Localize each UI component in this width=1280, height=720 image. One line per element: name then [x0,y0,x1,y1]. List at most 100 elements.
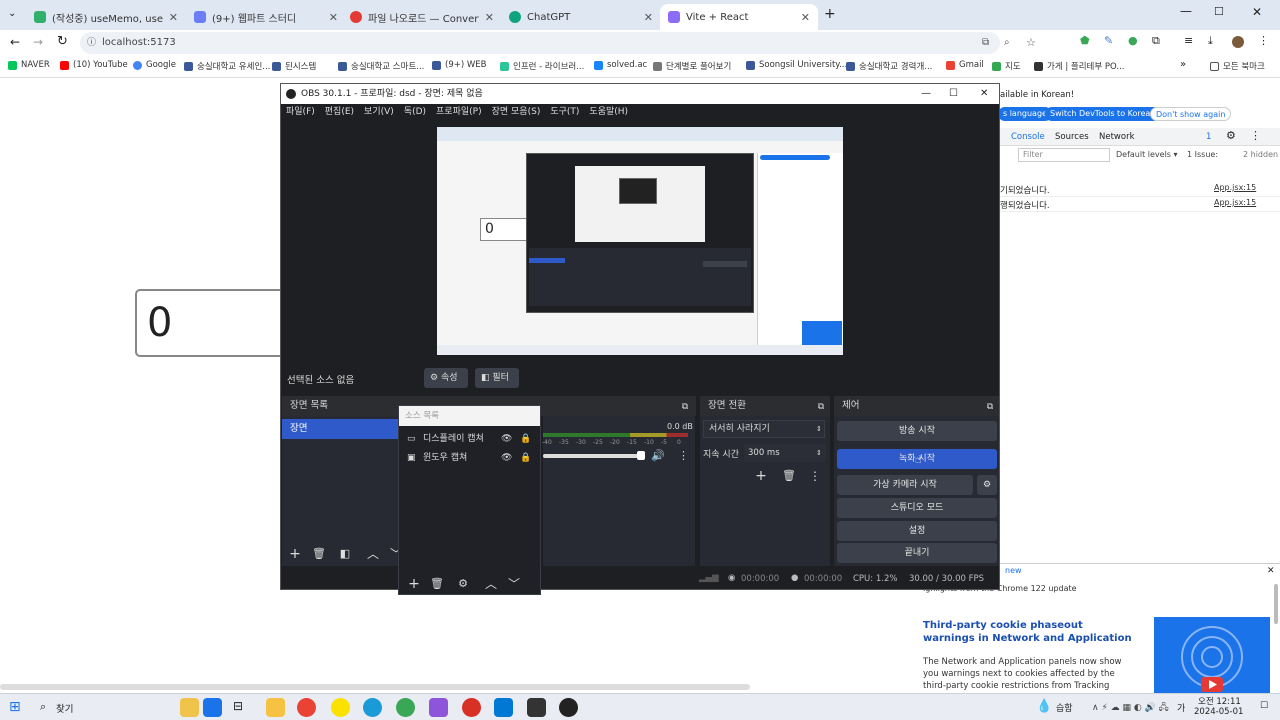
bookmark-item[interactable]: 숭실대학교 유세인... [184,60,270,72]
volume-slider[interactable] [543,454,645,458]
exit-button[interactable]: 끝내기 [837,543,997,563]
whats-new-tab[interactable]: new [1005,566,1022,575]
clock-date[interactable]: 2024-05-01 [1194,707,1243,717]
add-scene-icon[interactable]: + [288,547,302,561]
bookmark-item[interactable]: 지도 [992,60,1021,72]
bookmarks-overflow-icon[interactable]: » [1180,59,1186,70]
minimize-icon[interactable]: — [921,84,931,104]
settings-button[interactable]: 설정 [837,521,997,541]
menu-dock[interactable]: 독(D) [404,104,426,121]
weather-label[interactable]: 습함 [1056,701,1073,714]
tray-icons[interactable]: ∧ ⚡ ☁ ▦ ◐ 🔊 🖧 [1092,700,1169,716]
remove-source-icon[interactable]: 🗑 [430,577,444,591]
taskbar-search-label[interactable]: 찾기 [56,701,73,715]
close-icon[interactable]: ✕ [980,84,988,104]
tab-sources[interactable]: Sources [1055,132,1089,142]
error-count-badge[interactable]: 1 [1206,132,1211,142]
undock-icon[interactable]: ⧉ [814,400,828,414]
sources-dock-title[interactable]: 소스 목록 [399,406,540,426]
issues-link[interactable]: 1 Issue: [1187,150,1218,159]
kakaotalk-icon[interactable] [331,698,350,717]
transition-select[interactable]: 서서히 사라지기 ⇕ [703,420,825,438]
move-up-icon[interactable]: ︿ [366,547,380,561]
lock-icon[interactable]: 🔒 [520,430,531,448]
virtual-camera-settings-button[interactable]: ⚙ [977,475,997,495]
file-explorer-icon[interactable] [266,698,285,717]
log-source-link[interactable]: App.jsx:15 [1214,183,1256,192]
close-icon[interactable]: ✕ [1267,566,1275,576]
download-icon[interactable]: ⤓ [1208,34,1213,48]
log-source-link[interactable]: App.jsx:15 [1214,198,1256,207]
menu-profile[interactable]: 프로파일(P) [436,104,482,121]
reload-icon[interactable]: ↻ [57,34,68,49]
bookmark-item[interactable]: Gmail [946,60,984,70]
close-icon[interactable]: ✕ [485,11,494,24]
minimize-icon[interactable]: — [1180,4,1192,18]
bookmark-star-icon[interactable]: ☆ [1026,32,1036,54]
bookmark-item[interactable]: 숭실대학교 스마트... [338,60,424,72]
console-filter-input[interactable]: Filter [1018,148,1110,162]
visual-studio-icon[interactable] [429,698,448,717]
green-extension-icon[interactable]: ● [1128,34,1138,47]
volume-slider-handle[interactable] [637,451,645,460]
green-app-icon[interactable] [396,698,415,717]
maximize-icon[interactable]: ☐ [1214,5,1224,18]
weather-drop-icon[interactable]: 💧 [1036,699,1052,714]
shield-extension-icon[interactable]: ⬟ [1080,34,1090,47]
audio-kebab-icon[interactable]: ⋮ [678,449,689,462]
close-icon[interactable]: ✕ [169,11,178,24]
bookmark-item[interactable]: NAVER [8,60,50,70]
source-item[interactable]: ▭ 디스플레이 캡쳐 👁 🔒 [399,430,540,448]
vscode-icon[interactable] [494,698,513,717]
terminal-icon[interactable] [527,698,546,717]
page-scrollbar[interactable] [0,684,750,690]
widgets-icon[interactable] [203,698,222,717]
eye-icon[interactable]: 👁 [501,430,512,448]
chrome-red-icon[interactable] [462,698,481,717]
lock-icon[interactable]: 🔒 [520,449,531,467]
back-icon[interactable]: ← [10,35,20,49]
bookmark-item[interactable]: 숭실대학교 경력개... [846,60,932,72]
undock-icon[interactable]: ⧉ [983,400,997,414]
obs-icon[interactable] [559,698,578,717]
close-icon[interactable]: ✕ [644,11,653,24]
start-virtual-camera-button[interactable]: 가상 카메라 시작 [837,475,973,495]
bookmark-item[interactable]: 된시스템 [272,60,316,72]
switch-korean-button[interactable]: Switch DevTools to Korean [1045,107,1161,121]
new-tab-icon[interactable]: + [824,6,836,22]
browser-tab[interactable]: ChatGPT ✕ [501,4,661,30]
devtools-kebab-icon[interactable]: ⋮ [1250,129,1261,142]
add-transition-icon[interactable]: + [754,469,768,483]
bookmark-item[interactable]: 인프런 - 라이브러... [500,60,584,72]
menu-tools[interactable]: 도구(T) [550,104,579,121]
site-info-icon[interactable]: ⓘ [87,32,96,54]
tab-console[interactable]: Console [1011,132,1045,142]
puzzle-extension-icon[interactable]: ⧉ [1152,34,1160,48]
remove-scene-icon[interactable]: 🗑 [312,547,326,561]
move-up-icon[interactable]: ︿ [484,577,498,591]
transition-kebab-icon[interactable]: ⋮ [808,469,822,483]
menu-edit[interactable]: 편집(E) [325,104,354,121]
tab-list-chevron-icon[interactable]: ⌄ [8,8,16,19]
menu-file[interactable]: 파일(F) [286,104,315,121]
whats-new-title[interactable]: Third-party cookie phaseout warnings in … [923,619,1133,645]
browser-tab[interactable]: (작성중) useMemo, useCallb... ✕ [26,4,186,30]
chrome-icon[interactable] [297,698,316,717]
eye-icon[interactable]: 👁 [501,449,512,467]
bookmark-item[interactable]: 가게 | 플리테부 PO... [1034,60,1124,72]
add-source-icon[interactable]: + [407,577,421,591]
devtools-scrollbar[interactable] [1274,584,1278,624]
bookmark-item[interactable]: solved.ac [594,60,647,70]
settings-gear-icon[interactable]: ⚙ [1226,129,1236,142]
notification-icon[interactable]: ☐ [1260,701,1268,711]
sources-dock-floating[interactable]: 소스 목록 ▭ 디스플레이 캡쳐 👁 🔒 ▣ 윈도우 캡쳐 👁 🔒 + 🗑 ⚙ … [398,405,541,595]
start-streaming-button[interactable]: 방송 시작 [837,421,997,441]
speaker-icon[interactable]: 🔊 [651,449,665,462]
levels-dropdown[interactable]: Default levels ▾ [1116,150,1178,159]
ime-indicator[interactable]: 가 [1177,701,1185,714]
translate-icon[interactable]: ⧉ [982,32,989,54]
media-icon[interactable]: ≡ [1184,34,1193,47]
properties-button[interactable]: ⚙ 속성 [424,368,468,388]
search-icon[interactable]: ⌕ [40,700,46,714]
edge-icon[interactable] [363,698,382,717]
